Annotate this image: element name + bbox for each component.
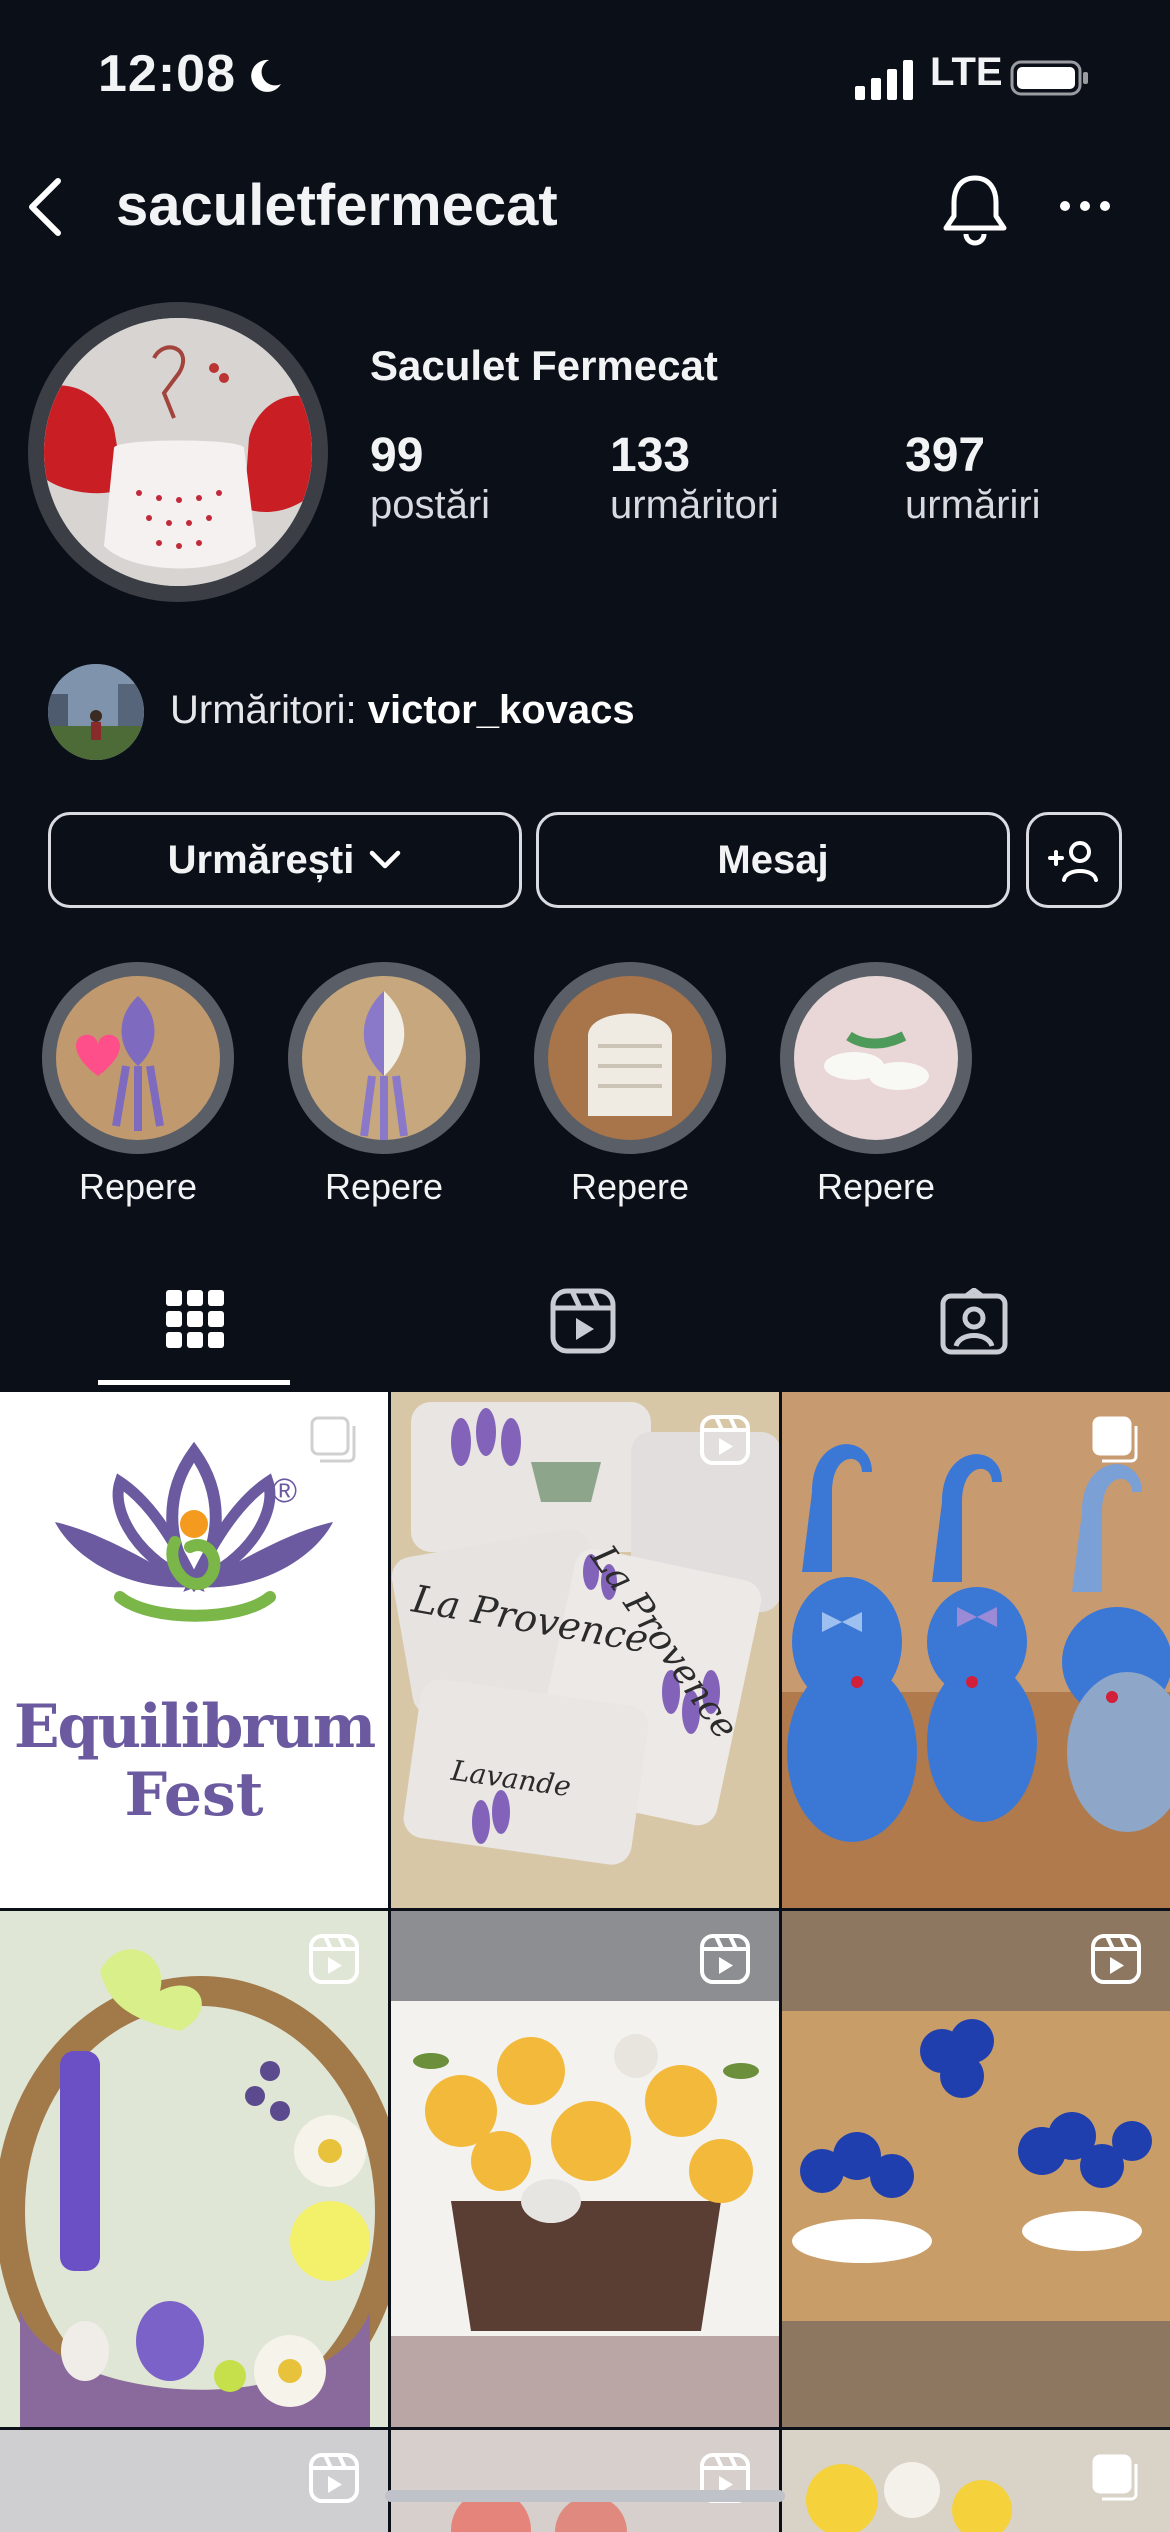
followed-by-prefix: Urmăritori: [170,688,368,732]
stat-following-label: urmăriri [905,483,1041,527]
stat-followers[interactable]: 133 urmăritori [610,428,779,528]
network-type: LTE [930,50,1003,94]
stat-posts[interactable]: 99 postări [370,428,490,528]
suggest-people-button[interactable] [1026,812,1122,908]
highlight-2-cover [302,976,466,1140]
cellular-signal-icon [855,60,913,100]
multiple-photos-icon [310,1416,356,1463]
chevron-down-icon [370,850,401,869]
display-name: Saculet Fermecat [370,342,718,389]
highlight-1[interactable]: Repere [42,962,248,1208]
stat-followers-value: 133 [610,429,691,482]
highlight-2[interactable]: Repere [288,962,494,1208]
mutual-follower-avatar[interactable] [48,664,144,760]
highlight-4-label: Repere [816,1166,936,1207]
active-tab-indicator [98,1380,290,1385]
post-5[interactable] [391,1911,779,2427]
bell-icon[interactable] [940,172,1010,246]
tagged-tab-icon[interactable] [940,1288,1008,1356]
logo-brand-subtitle: Fest [124,1760,264,1830]
post-6[interactable] [782,1911,1170,2427]
post-1[interactable]: ® Equilibrum Fest [0,1392,388,1908]
highlight-3[interactable]: Repere [534,962,740,1208]
stat-posts-label: postări [370,483,491,527]
reel-icon [700,1415,750,1465]
post-3[interactable] [782,1392,1170,1908]
followed-by-user[interactable]: victor_kovacs [368,688,635,732]
message-button-label: Mesaj [717,837,829,882]
highlight-1-label: Repere [78,1166,198,1207]
multiple-photos-icon [1092,2454,1138,2501]
post-4[interactable] [0,1911,388,2427]
reel-icon [309,2453,359,2503]
stat-followers-label: urmăritori [610,483,779,527]
following-button-label: Urmărești [167,837,355,882]
message-button[interactable]: Mesaj [536,812,1010,908]
reel-icon [309,1934,359,1984]
post-9[interactable] [782,2430,1170,2532]
logo-registered-mark: ® [272,1472,298,1510]
reel-icon [1091,1934,1141,1984]
following-button[interactable]: Urmărești [48,812,522,908]
highlight-1-cover [56,976,220,1140]
followed-by[interactable]: Urmăritori: victor_kovacs [170,688,635,733]
back-icon[interactable] [22,175,66,239]
profile-avatar[interactable] [44,318,312,586]
home-indicator[interactable] [385,2490,785,2502]
status-time: 12:08 [98,45,236,103]
post-8[interactable] [391,2430,779,2532]
logo-brand-name: Equilibrum [13,1692,376,1762]
stat-following[interactable]: 397 urmăriri [905,428,1041,528]
highlight-3-label: Repere [570,1166,690,1207]
reel-icon [700,1934,750,1984]
highlight-4-cover [794,976,958,1140]
grid-tab-icon[interactable] [166,1290,224,1348]
stat-posts-value: 99 [370,429,424,482]
profile-username: saculetfermecat [116,173,558,238]
highlight-4[interactable]: Repere [780,962,986,1208]
post-2[interactable]: La Provence La Provence Lavande [391,1392,779,1908]
highlight-3-cover [548,976,712,1140]
highlight-2-label: Repere [324,1166,444,1207]
more-options-icon[interactable] [1058,196,1112,216]
add-person-icon [1048,841,1098,882]
reels-tab-icon[interactable] [550,1288,616,1354]
post-7[interactable] [0,2430,388,2532]
stat-following-value: 397 [905,429,986,482]
multiple-photos-icon [1092,1416,1138,1463]
logo-lotus-icon [55,1441,333,1622]
battery-icon [1010,60,1088,96]
moon-icon [251,59,281,92]
